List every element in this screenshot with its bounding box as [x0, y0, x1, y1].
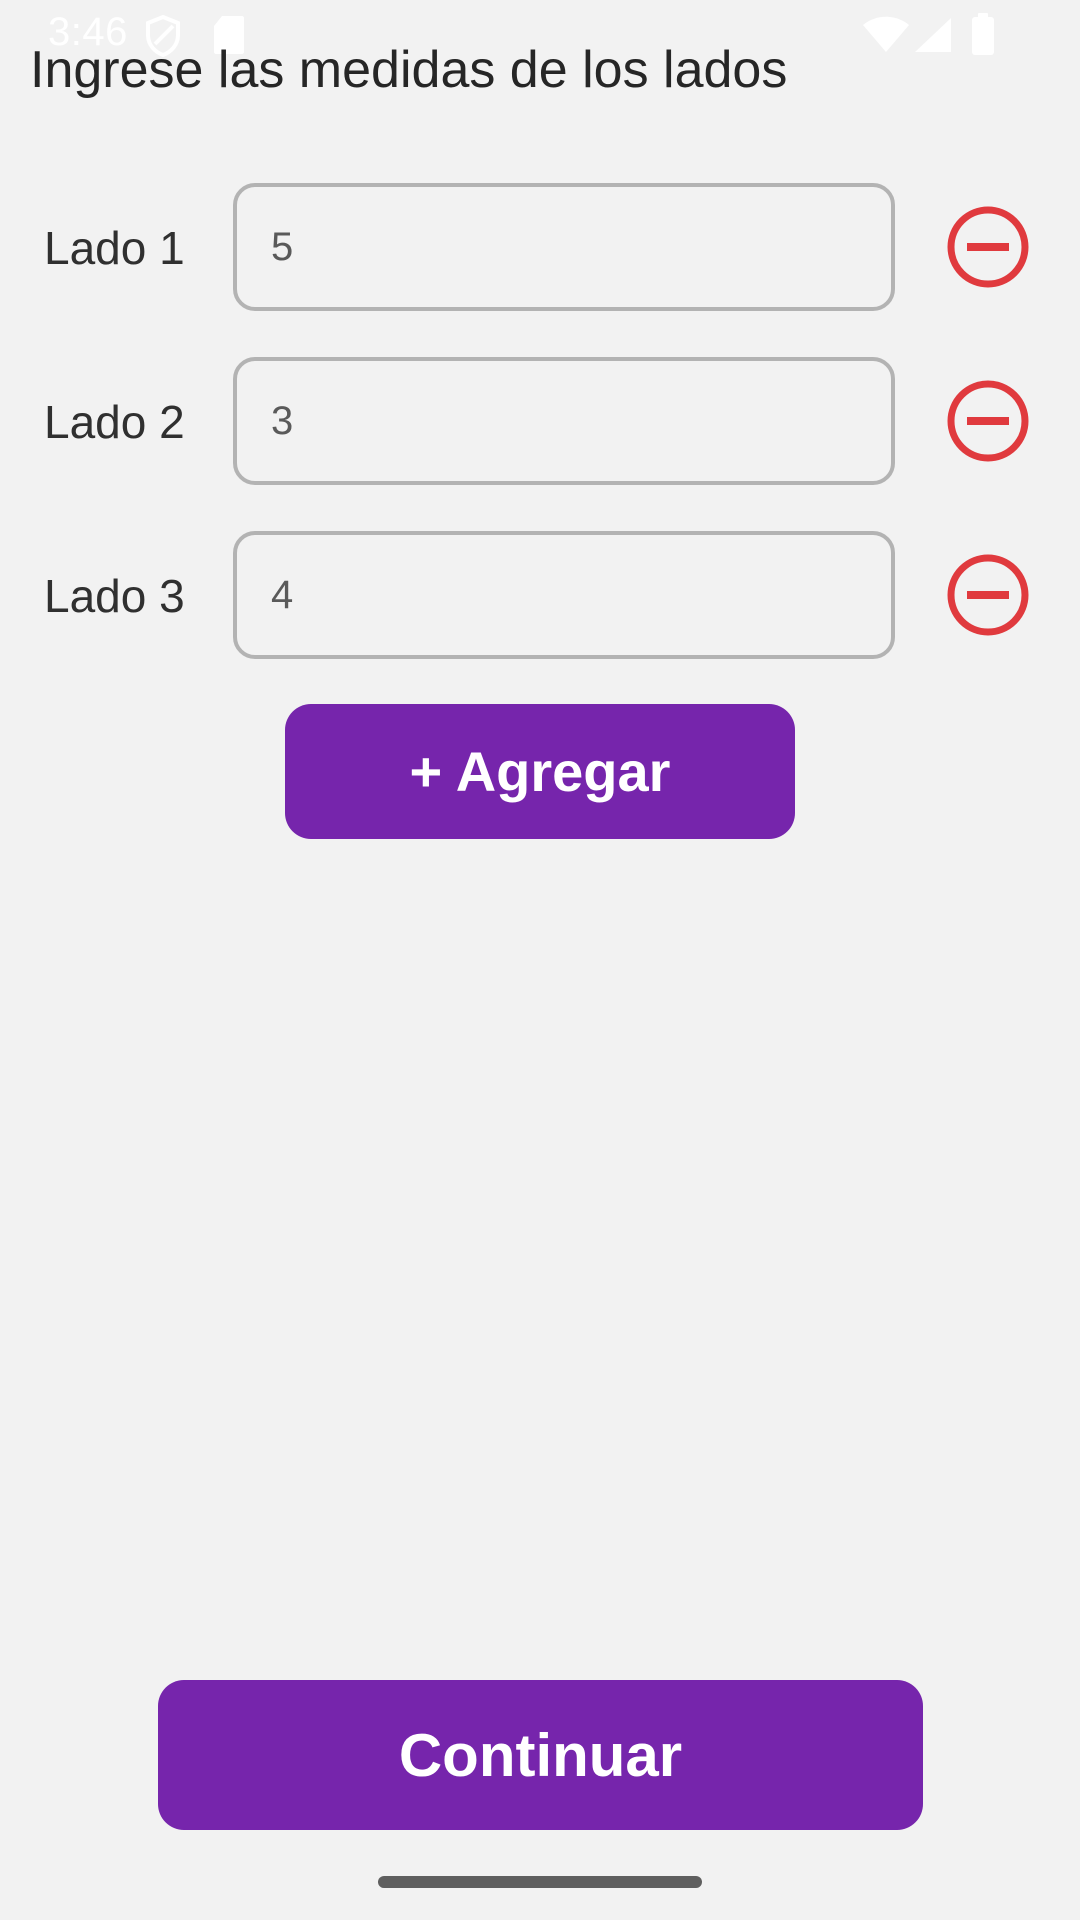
- side-input[interactable]: [233, 357, 895, 485]
- side-input[interactable]: [233, 183, 895, 311]
- minus-circle-icon: [947, 206, 1029, 288]
- navigation-handle[interactable]: [378, 1876, 702, 1888]
- side-row: Lado 2: [0, 357, 1080, 487]
- wifi-icon: [862, 16, 910, 59]
- side-label: Lado 1: [44, 222, 185, 274]
- minus-circle-icon: [947, 554, 1029, 636]
- remove-side-button[interactable]: [946, 205, 1030, 289]
- page-title: Ingrese las medidas de los lados: [30, 41, 788, 99]
- side-label: Lado 2: [44, 396, 185, 448]
- battery-icon: [970, 12, 996, 61]
- add-side-button[interactable]: + Agregar: [285, 704, 795, 839]
- signal-icon: [913, 16, 953, 59]
- remove-side-button[interactable]: [946, 379, 1030, 463]
- minus-circle-icon: [947, 380, 1029, 462]
- side-row: Lado 3: [0, 531, 1080, 661]
- side-input[interactable]: [233, 531, 895, 659]
- continue-button[interactable]: Continuar: [158, 1680, 923, 1830]
- side-label: Lado 3: [44, 570, 185, 622]
- remove-side-button[interactable]: [946, 553, 1030, 637]
- side-row: Lado 1: [0, 183, 1080, 313]
- screen: 3:46 Ingrese las medidas de los lados La…: [0, 0, 1080, 1920]
